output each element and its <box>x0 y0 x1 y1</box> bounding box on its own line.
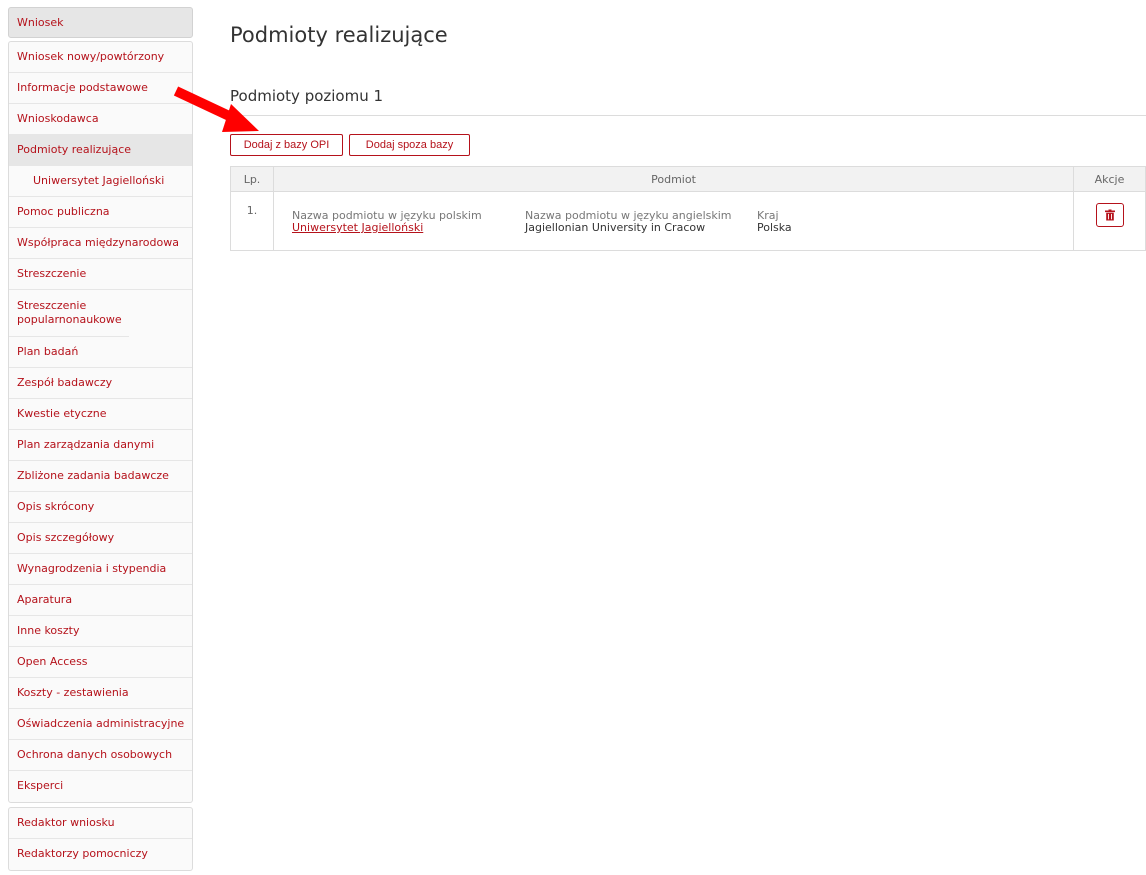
sidebar-group-sections: Wniosek nowy/powtórzony Informacje podst… <box>8 41 193 803</box>
sidebar-item-plan-zarzadzania-danymi[interactable]: Plan zarządzania danymi <box>9 430 192 461</box>
sidebar-item-aparatura[interactable]: Aparatura <box>9 585 192 616</box>
polish-name-block: Nazwa podmiotu w języku polskim Uniwersy… <box>292 210 482 234</box>
sidebar-item-kwestie-etyczne[interactable]: Kwestie etyczne <box>9 399 192 430</box>
sidebar-item-wspolpraca-miedzynarodowa[interactable]: Współpraca międzynarodowa <box>9 228 192 259</box>
column-header-podmiot: Podmiot <box>273 166 1074 192</box>
sidebar-item-zespol-badawczy[interactable]: Zespół badawczy <box>9 368 192 399</box>
table-header-row: Lp. Podmiot Akcje <box>230 166 1146 192</box>
sidebar-header-wniosek[interactable]: Wniosek <box>8 7 193 38</box>
trash-icon <box>1104 209 1115 221</box>
sidebar-group-editors: Redaktor wniosku Redaktorzy pomocniczy <box>8 807 193 871</box>
sidebar-item-plan-badan[interactable]: Plan badań <box>9 337 192 368</box>
sidebar-item-opis-szczegolowy[interactable]: Opis szczegółowy <box>9 523 192 554</box>
sidebar-subitem-uniwersytet-jagiellonski[interactable]: Uniwersytet Jagielloński <box>9 166 192 197</box>
sidebar-item-eksperci[interactable]: Eksperci <box>9 771 192 802</box>
english-name-value: Jagiellonian University in Cracow <box>525 221 706 234</box>
country-value: Polska <box>757 221 792 234</box>
table-row: 1. Nazwa podmiotu w języku polskim Uniwe… <box>230 191 1146 251</box>
sidebar-item-streszczenie-popularnonaukowe[interactable]: Streszczenie popularnonaukowe <box>9 290 129 337</box>
section-divider <box>230 115 1146 116</box>
sidebar-item-inne-koszty[interactable]: Inne koszty <box>9 616 192 647</box>
sidebar-item-redaktor-wniosku[interactable]: Redaktor wniosku <box>9 808 192 839</box>
page-title: Podmioty realizujące <box>230 23 448 47</box>
polish-name-link[interactable]: Uniwersytet Jagielloński <box>292 222 482 234</box>
sidebar-item-podmioty-realizujace[interactable]: Podmioty realizujące <box>9 135 192 166</box>
entity-details-cell: Nazwa podmiotu w języku polskim Uniwersy… <box>273 191 1074 251</box>
sidebar-item-redaktorzy-pomocniczy[interactable]: Redaktorzy pomocniczy <box>9 839 192 870</box>
english-name-block: Nazwa podmiotu w języku angielskim Jagie… <box>525 210 732 234</box>
sidebar-item-zblizone-zadania[interactable]: Zbliżone zadania badawcze <box>9 461 192 492</box>
sidebar-item-streszczenie[interactable]: Streszczenie <box>9 259 192 290</box>
entities-table: Lp. Podmiot Akcje 1. Nazwa podmiotu w ję… <box>230 166 1146 251</box>
sidebar-item-koszty-zestawienia[interactable]: Koszty - zestawienia <box>9 678 192 709</box>
sidebar-item-wniosek-nowy[interactable]: Wniosek nowy/powtórzony <box>9 42 192 73</box>
add-outside-database-button[interactable]: Dodaj spoza bazy <box>349 134 470 156</box>
row-number: 1. <box>230 191 274 251</box>
actions-cell <box>1073 191 1146 251</box>
column-header-lp: Lp. <box>230 166 274 192</box>
sidebar-item-opis-skrocony[interactable]: Opis skrócony <box>9 492 192 523</box>
sidebar-item-wnioskodawca[interactable]: Wnioskodawca <box>9 104 192 135</box>
sidebar-item-ochrona-danych[interactable]: Ochrona danych osobowych <box>9 740 192 771</box>
sidebar-item-oswiadczenia[interactable]: Oświadczenia administracyjne <box>9 709 192 740</box>
delete-entity-button[interactable] <box>1095 203 1124 227</box>
sidebar-item-informacje-podstawowe[interactable]: Informacje podstawowe <box>9 73 192 104</box>
sidebar-item-pomoc-publiczna[interactable]: Pomoc publiczna <box>9 197 192 228</box>
add-from-opi-database-button[interactable]: Dodaj z bazy OPI <box>230 134 343 156</box>
section-title: Podmioty poziomu 1 <box>230 87 384 105</box>
country-block: Kraj Polska <box>757 210 792 234</box>
sidebar-nav: Wniosek Wniosek nowy/powtórzony Informac… <box>8 7 193 871</box>
sidebar-item-wynagrodzenia[interactable]: Wynagrodzenia i stypendia <box>9 554 192 585</box>
sidebar-item-open-access[interactable]: Open Access <box>9 647 192 678</box>
column-header-akcje: Akcje <box>1073 166 1146 192</box>
